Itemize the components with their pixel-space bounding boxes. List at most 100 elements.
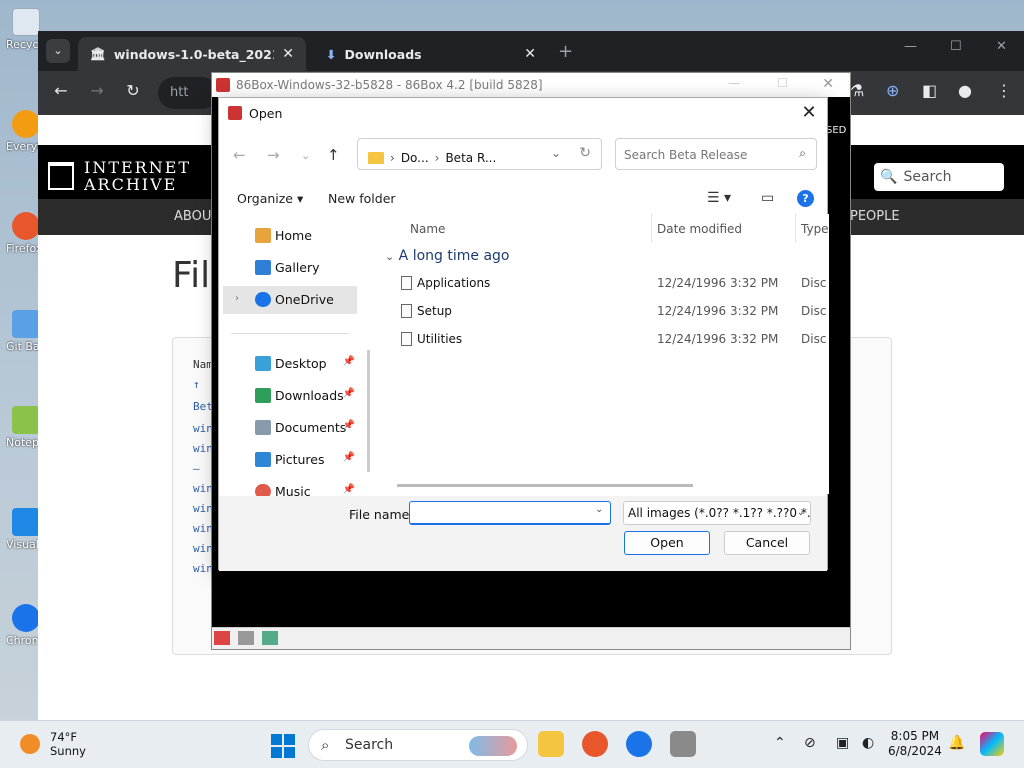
minimize-icon[interactable]: — xyxy=(904,39,917,54)
tab-close-icon[interactable]: ✕ xyxy=(282,46,294,62)
menu-icon[interactable]: ⋮ xyxy=(996,81,1012,100)
search-input[interactable]: Search Beta Release ⌕ xyxy=(615,138,817,170)
archive-search-box[interactable]: 🔍 Search xyxy=(874,163,1004,191)
forward-icon[interactable]: → xyxy=(86,81,108,100)
start-button[interactable] xyxy=(271,734,295,758)
recent-locations-icon[interactable]: ⌄ xyxy=(301,149,310,162)
volume-icon[interactable]: ◐ xyxy=(862,735,874,751)
close-icon[interactable]: ✕ xyxy=(799,102,819,123)
listing-link[interactable]: win xyxy=(193,482,213,495)
back-icon[interactable]: ← xyxy=(50,81,72,100)
address-breadcrumb[interactable]: › Do... › Beta R... ⌄ ↻ xyxy=(357,138,602,170)
file-list: Name Date modified Type ⌄ A long time ag… xyxy=(379,214,829,494)
tab-strip: ⌄ 🏛 windows-1.0-beta_202107 dire ✕ ⬇ Dow… xyxy=(38,31,1024,71)
forward-icon[interactable]: → xyxy=(267,146,280,164)
breadcrumb-segment[interactable]: Do... xyxy=(401,151,429,165)
maximize-icon[interactable]: ☐ xyxy=(777,76,788,90)
column-divider[interactable] xyxy=(795,214,796,242)
file-explorer-icon[interactable] xyxy=(538,731,564,757)
view-options-icon[interactable]: ☰ ▾ xyxy=(707,190,731,206)
taskbar-search[interactable]: ⌕ Search xyxy=(308,729,528,761)
refresh-icon[interactable]: ↻ xyxy=(579,145,591,161)
listing-link[interactable]: win xyxy=(193,522,213,535)
hdd-icon[interactable] xyxy=(238,631,254,645)
file-name-input[interactable] xyxy=(409,501,611,525)
column-divider[interactable] xyxy=(651,214,652,242)
file-icon xyxy=(401,332,412,346)
sidebar-item-gallery[interactable]: Gallery xyxy=(223,254,357,282)
86box-icon[interactable] xyxy=(670,731,696,757)
maximize-icon[interactable]: ☐ xyxy=(950,39,962,54)
notification-icon[interactable]: 🔔 xyxy=(948,735,965,751)
parent-dir-link[interactable]: ↑ xyxy=(193,378,200,391)
reload-icon[interactable]: ↻ xyxy=(122,81,144,100)
sidebar-item-music[interactable]: Music 📌 xyxy=(223,478,357,496)
cancel-button[interactable]: Cancel xyxy=(724,531,810,555)
tab-downloads[interactable]: ⬇ Downloads ✕ xyxy=(314,37,548,71)
chevron-down-icon[interactable]: ⌄ xyxy=(595,504,603,515)
sidebar-item-desktop[interactable]: Desktop 📌 xyxy=(223,350,357,378)
sound-icon[interactable] xyxy=(262,631,278,645)
sidebar-item-onedrive[interactable]: › OneDrive xyxy=(223,286,357,314)
side-panel-icon[interactable]: ◧ xyxy=(922,81,937,100)
breadcrumb-segment[interactable]: Beta R... xyxy=(445,151,496,165)
new-tab-button[interactable]: + xyxy=(558,41,573,62)
sidebar-item-documents[interactable]: Documents 📌 xyxy=(223,414,357,442)
search-icon: ⌕ xyxy=(799,146,806,160)
listing-link[interactable]: win xyxy=(193,422,213,435)
tab-close-icon[interactable]: ✕ xyxy=(524,46,536,62)
address-bar[interactable]: htt xyxy=(158,77,218,109)
listing-link[interactable]: Bet xyxy=(193,400,213,413)
listing-link[interactable]: win xyxy=(193,562,213,575)
profile-icon[interactable]: ● xyxy=(958,81,972,100)
chrome-icon[interactable] xyxy=(626,731,652,757)
preview-pane-icon[interactable]: ▭ xyxy=(761,190,774,206)
file-row[interactable]: Setup 12/24/1996 3:32 PM Disc xyxy=(379,298,829,326)
sidebar-item-downloads[interactable]: Downloads 📌 xyxy=(223,382,357,410)
nav-people[interactable]: PEOPLE xyxy=(850,209,900,224)
minimize-icon[interactable]: — xyxy=(728,76,740,90)
column-header-name[interactable]: Name xyxy=(410,222,445,236)
weather-widget[interactable]: 74°F Sunny xyxy=(20,730,86,758)
tab-internet-archive[interactable]: 🏛 windows-1.0-beta_202107 dire ✕ xyxy=(78,37,306,71)
file-row[interactable]: Utilities 12/24/1996 3:32 PM Disc xyxy=(379,326,829,354)
chevron-down-icon[interactable]: ⌄ xyxy=(551,146,561,160)
help-icon[interactable]: ? xyxy=(797,190,814,207)
sidebar-item-pictures[interactable]: Pictures 📌 xyxy=(223,446,357,474)
listing-link[interactable]: win xyxy=(193,542,213,555)
downloads-icon[interactable]: ⊕ xyxy=(886,81,899,100)
organize-button[interactable]: Organize ▾ xyxy=(237,191,303,206)
sidebar-scrollbar[interactable] xyxy=(367,350,370,472)
file-name: Utilities xyxy=(417,332,463,346)
copilot-icon[interactable] xyxy=(980,732,1004,756)
group-header[interactable]: ⌄ A long time ago xyxy=(385,248,509,264)
navigation-pane: Home Gallery › OneDrive Desktop 📌 Download… xyxy=(219,216,371,496)
back-icon[interactable]: ← xyxy=(233,146,246,164)
sidebar-item-home[interactable]: Home xyxy=(223,222,357,250)
file-type-filter[interactable]: All images (*.0?? *.1?? *.??0 *.86 ⌄ xyxy=(623,501,811,525)
archive-logo[interactable]: INTERNET ARCHIVE xyxy=(48,159,191,193)
clock[interactable]: 8:05 PM 6/8/2024 xyxy=(888,729,942,759)
listing-link[interactable]: win xyxy=(193,502,213,515)
extension-icon[interactable]: ⚗ xyxy=(850,81,864,100)
display-icon[interactable]: ▣ xyxy=(836,735,849,751)
floppy-icon[interactable] xyxy=(214,631,230,645)
firefox-icon[interactable] xyxy=(582,731,608,757)
listing-link[interactable]: win xyxy=(193,442,213,455)
column-header-date[interactable]: Date modified xyxy=(657,222,742,236)
column-header-type[interactable]: Type xyxy=(801,222,829,236)
horizontal-scrollbar[interactable] xyxy=(397,484,693,487)
address-text: htt xyxy=(170,85,189,100)
tab-search-button[interactable]: ⌄ xyxy=(46,39,70,63)
close-window-icon[interactable]: ✕ xyxy=(996,39,1007,54)
network-icon[interactable]: ⊘ xyxy=(804,735,816,751)
up-icon[interactable]: ↑ xyxy=(327,146,340,164)
file-row[interactable]: Applications 12/24/1996 3:32 PM Disc xyxy=(379,270,829,298)
chevron-up-icon[interactable]: ⌃ xyxy=(774,735,786,751)
search-icon: ⌕ xyxy=(321,736,330,754)
open-button[interactable]: Open xyxy=(624,531,710,555)
expand-icon[interactable]: › xyxy=(235,293,239,304)
new-folder-button[interactable]: New folder xyxy=(328,191,396,206)
pin-icon: 📌 xyxy=(342,356,355,367)
close-icon[interactable]: ✕ xyxy=(822,76,834,92)
